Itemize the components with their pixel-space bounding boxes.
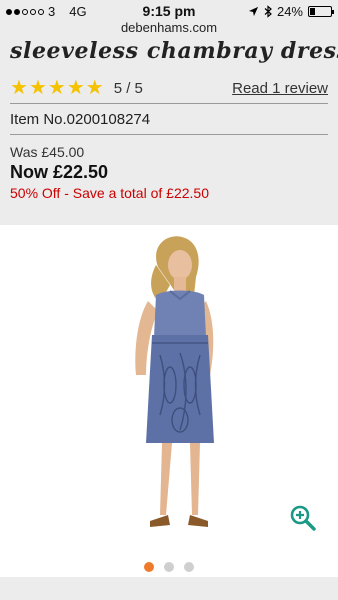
pagination-dot[interactable] — [164, 562, 174, 572]
product-title: sleeveless chambray dress — [10, 38, 338, 64]
location-arrow-icon — [248, 6, 259, 17]
image-pagination — [0, 562, 338, 572]
battery-icon — [308, 6, 334, 17]
saving-text: 50% Off - Save a total of £22.50 — [10, 185, 209, 201]
product-image[interactable] — [0, 225, 338, 577]
item-number: Item No.0200108274 — [10, 111, 151, 128]
star-icon: ★ — [66, 77, 85, 99]
pagination-dot[interactable] — [184, 562, 194, 572]
divider — [10, 103, 328, 104]
bluetooth-icon — [264, 5, 272, 18]
zoom-in-icon[interactable] — [290, 505, 316, 531]
status-right: 24% — [248, 4, 334, 19]
rating-row: ★ ★ ★ ★ ★ 5 / 5 Read 1 review — [10, 76, 328, 100]
status-bar: 3 4G 9:15 pm 24% — [0, 0, 338, 22]
rating-score: 5 / 5 — [113, 79, 143, 97]
pagination-dot[interactable] — [144, 562, 154, 572]
star-icon: ★ — [28, 77, 47, 99]
battery-percentage: 24% — [276, 4, 303, 19]
address-bar[interactable]: debenhams.com — [0, 20, 338, 35]
star-icon: ★ — [10, 77, 28, 99]
was-price: Was £45.00 — [10, 144, 85, 160]
star-icon: ★ — [47, 77, 66, 99]
now-price: Now £22.50 — [10, 162, 109, 182]
product-image-gallery[interactable] — [0, 225, 338, 577]
read-reviews-link[interactable]: Read 1 review — [232, 80, 328, 97]
star-icon: ★ — [85, 77, 104, 99]
star-rating: ★ ★ ★ ★ ★ — [10, 78, 104, 98]
divider — [10, 134, 328, 135]
